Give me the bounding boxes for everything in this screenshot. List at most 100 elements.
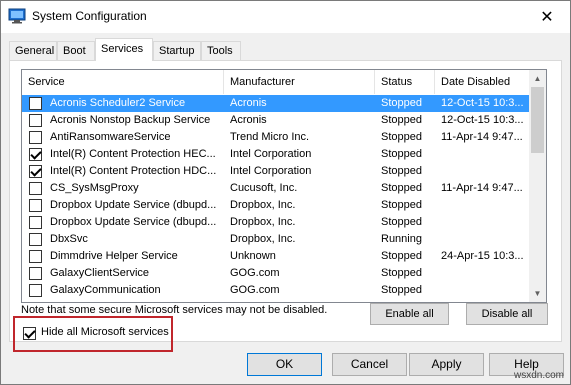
status-cell: Stopped <box>381 131 422 143</box>
table-row[interactable]: Acronis Nonstop Backup Service Acronis Sto… <box>22 112 531 129</box>
title-bar: System Configuration ✕ <box>1 1 570 33</box>
service-name-cell: Dropbox Update Service (dbupd... <box>50 216 217 228</box>
service-checkbox[interactable] <box>29 131 42 144</box>
table-row[interactable]: Dimmdrive Helper Service Unknown Stopped 24… <box>22 248 531 265</box>
column-header-date-disabled[interactable]: Date Disabled <box>435 70 531 94</box>
manufacturer-cell: Dropbox, Inc. <box>230 199 296 211</box>
status-cell: Stopped <box>381 199 422 211</box>
date-disabled-cell <box>441 265 529 282</box>
status-cell: Stopped <box>381 97 422 109</box>
service-checkbox[interactable] <box>29 267 42 280</box>
services-list[interactable]: Service Manufacturer Status Date Disable… <box>21 69 547 303</box>
service-checkbox[interactable] <box>29 114 42 127</box>
service-name-cell: GalaxyCommunication <box>50 284 161 296</box>
column-header-service[interactable]: Service <box>22 70 224 94</box>
hide-microsoft-services-label[interactable]: Hide all Microsoft services <box>41 326 169 338</box>
services-panel: Service Manufacturer Status Date Disable… <box>9 60 562 342</box>
manufacturer-cell: Acronis <box>230 97 267 109</box>
manufacturer-cell: Cucusoft, Inc. <box>230 182 298 194</box>
date-disabled-cell <box>441 163 529 180</box>
tab-general[interactable]: General <box>9 41 57 60</box>
status-cell: Stopped <box>381 182 422 194</box>
tab-tools[interactable]: Tools <box>201 41 241 60</box>
service-name-cell: Intel(R) Content Protection HDC... <box>50 165 217 177</box>
manufacturer-cell: Unknown <box>230 250 276 262</box>
status-cell: Stopped <box>381 284 422 296</box>
tab-boot[interactable]: Boot <box>57 41 95 60</box>
list-header: Service Manufacturer Status Date Disable… <box>22 70 531 94</box>
table-row[interactable]: GalaxyClientService GOG.com Stopped <box>22 265 531 282</box>
vertical-scrollbar[interactable]: ▲ ▼ <box>529 70 546 302</box>
manufacturer-cell: Intel Corporation <box>230 148 312 160</box>
table-row[interactable]: Dropbox Update Service (dbupd... Dropbox,… <box>22 214 531 231</box>
service-name-cell: Dropbox Update Service (dbupd... <box>50 199 217 211</box>
enable-all-button[interactable]: Enable all <box>370 303 449 325</box>
manufacturer-cell: GOG.com <box>230 284 280 296</box>
table-row[interactable]: Dropbox Update Service (dbupd... Dropbox,… <box>22 197 531 214</box>
close-button[interactable]: ✕ <box>524 1 570 33</box>
hide-microsoft-services-highlight: Hide all Microsoft services <box>13 316 173 352</box>
date-disabled-cell: 11-Apr-14 9:47... <box>441 182 523 194</box>
system-configuration-icon <box>8 8 26 24</box>
service-checkbox[interactable] <box>29 233 42 246</box>
hide-microsoft-services-checkbox[interactable] <box>23 327 36 340</box>
service-checkbox[interactable] <box>29 284 42 297</box>
service-checkbox[interactable] <box>29 216 42 229</box>
date-disabled-cell <box>441 282 529 299</box>
table-row[interactable]: DbxSvc Dropbox, Inc. Running <box>22 231 531 248</box>
status-cell: Stopped <box>381 148 422 160</box>
status-cell: Stopped <box>381 165 422 177</box>
secure-services-note: Note that some secure Microsoft services… <box>21 304 328 316</box>
service-checkbox[interactable] <box>29 250 42 263</box>
table-row[interactable]: Intel(R) Content Protection HEC... Intel … <box>22 146 531 163</box>
date-disabled-cell <box>441 146 529 163</box>
window-title: System Configuration <box>32 9 147 23</box>
date-disabled-cell <box>441 214 529 231</box>
apply-button[interactable]: Apply <box>409 353 484 376</box>
tab-services[interactable]: Services <box>95 38 153 61</box>
service-checkbox[interactable] <box>29 148 42 161</box>
table-row[interactable]: AntiRansomwareService Trend Micro Inc. Sto… <box>22 129 531 146</box>
service-name-cell: Acronis Nonstop Backup Service <box>50 114 211 126</box>
status-cell: Stopped <box>381 216 422 228</box>
table-row[interactable]: CS_SysMsgProxy Cucusoft, Inc. Stopped 11-Ap… <box>22 180 531 197</box>
date-disabled-cell <box>441 197 529 214</box>
service-name-cell: AntiRansomwareService <box>50 131 171 143</box>
manufacturer-cell: Dropbox, Inc. <box>230 233 296 245</box>
manufacturer-cell: Intel Corporation <box>230 165 312 177</box>
table-row[interactable]: Acronis Scheduler2 Service Acronis Stopped… <box>22 95 531 112</box>
status-cell: Running <box>381 233 422 245</box>
column-header-manufacturer[interactable]: Manufacturer <box>224 70 375 94</box>
cancel-button[interactable]: Cancel <box>332 353 407 376</box>
scrollbar-thumb[interactable] <box>531 87 544 153</box>
service-name-cell: CS_SysMsgProxy <box>50 182 139 194</box>
watermark: wsxdn.com <box>513 370 564 381</box>
column-header-status[interactable]: Status <box>375 70 435 94</box>
close-icon: ✕ <box>540 9 554 26</box>
service-name-cell: Acronis Scheduler2 Service <box>50 97 186 109</box>
tab-startup[interactable]: Startup <box>153 41 201 60</box>
disable-all-button[interactable]: Disable all <box>466 303 548 325</box>
service-checkbox[interactable] <box>29 182 42 195</box>
ok-button[interactable]: OK <box>247 353 322 376</box>
date-disabled-cell <box>441 231 529 248</box>
manufacturer-cell: Trend Micro Inc. <box>230 131 310 143</box>
date-disabled-cell: 12-Oct-15 10:3... <box>441 97 524 109</box>
date-disabled-cell: 12-Oct-15 10:3... <box>441 114 524 126</box>
status-cell: Stopped <box>381 250 422 262</box>
status-cell: Stopped <box>381 267 422 279</box>
chevron-down-icon[interactable]: ▼ <box>529 285 546 302</box>
status-cell: Stopped <box>381 114 422 126</box>
service-checkbox[interactable] <box>29 97 42 110</box>
service-checkbox[interactable] <box>29 165 42 178</box>
service-name-cell: Dimmdrive Helper Service <box>50 250 178 262</box>
table-row[interactable]: GalaxyCommunication GOG.com Stopped <box>22 282 531 299</box>
manufacturer-cell: Dropbox, Inc. <box>230 216 296 228</box>
service-checkbox[interactable] <box>29 199 42 212</box>
date-disabled-cell: 24-Apr-15 10:3... <box>441 250 524 262</box>
table-row[interactable]: Intel(R) Content Protection HDC... Intel … <box>22 163 531 180</box>
system-configuration-window: System Configuration ✕ General Boot Serv… <box>0 0 571 385</box>
service-name-cell: DbxSvc <box>50 233 88 245</box>
chevron-up-icon[interactable]: ▲ <box>529 70 546 87</box>
service-name-cell: GalaxyClientService <box>50 267 150 279</box>
